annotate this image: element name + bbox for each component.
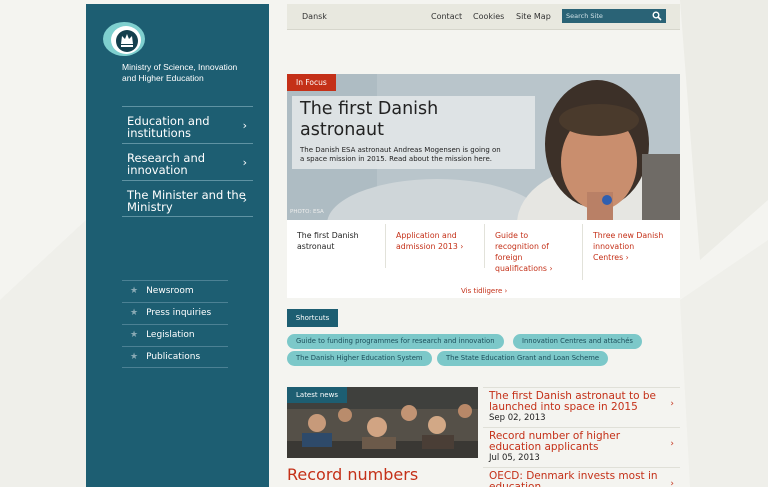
hero-banner[interactable]: In Focus The first Danish astronaut The … — [287, 74, 680, 220]
shortcut-funding-guide[interactable]: Guide to funding programmes for research… — [287, 334, 504, 349]
sidebar: Ministry of Science, Innovation and High… — [86, 4, 269, 487]
focus-tab-innovation-centres[interactable]: Three new Danish innovation Centres › — [583, 224, 680, 268]
main-navigation: Education and institutions › Research an… — [122, 106, 253, 217]
secondary-navigation: ★ Newsroom ★ Press inquiries ★ Legislation … — [122, 280, 228, 368]
nav-item-label: Newsroom — [146, 286, 194, 296]
latest-news-label: Latest news — [287, 387, 347, 403]
news-item-title: OECD: Denmark invests most in education — [489, 470, 658, 487]
org-name-line: Ministry of Science, Innovation — [122, 62, 238, 72]
hero-title[interactable]: The first Danish astronaut — [300, 99, 438, 141]
focus-tab-line: Three new Danish — [593, 231, 664, 240]
chevron-right-icon: › — [242, 193, 247, 206]
ministry-logo-icon[interactable] — [102, 20, 146, 58]
hero-caption: The first Danish astronaut The Danish ES… — [292, 96, 535, 169]
nav-item-research[interactable]: Research and innovation › — [122, 143, 253, 180]
organization-name[interactable]: Ministry of Science, Innovation and High… — [122, 62, 262, 84]
star-icon: ★ — [130, 352, 139, 362]
star-icon: ★ — [130, 286, 139, 296]
shortcut-innovation-centres[interactable]: Innovation Centres and attachés — [513, 334, 642, 349]
focus-tab-line: foreign — [495, 253, 523, 262]
hero-title-line: The first Danish — [300, 99, 439, 119]
nav-item-label: institutions — [127, 126, 191, 140]
nav-item-minister[interactable]: The Minister and the Ministry › — [122, 180, 253, 217]
focus-tab-line: Application and — [396, 231, 457, 240]
news-image[interactable]: Latest news — [287, 387, 478, 458]
chevron-right-icon: › — [242, 119, 247, 132]
focus-tab-recognition[interactable]: Guide to recognition of foreign qualific… — [485, 224, 583, 280]
news-item[interactable]: OECD: Denmark invests most in education … — [483, 467, 680, 487]
hero-description: The Danish ESA astronaut Andreas Mogense… — [300, 146, 530, 164]
photo-credit: PHOTO: ESA — [290, 209, 324, 215]
in-focus-section: In Focus The first Danish astronaut The … — [287, 74, 680, 298]
search-box — [562, 9, 666, 23]
focus-tab-line: astronaut — [297, 242, 335, 251]
focus-tab-admission[interactable]: Application and admission 2013 › — [386, 224, 485, 268]
news-item[interactable]: Record number of higher education applic… — [483, 427, 680, 467]
star-icon: ★ — [130, 308, 139, 318]
language-link[interactable]: Dansk — [302, 12, 327, 21]
nav-item-label: Legislation — [146, 330, 195, 340]
cookies-link[interactable]: Cookies — [473, 12, 504, 21]
contact-link[interactable]: Contact — [431, 12, 462, 21]
focus-tab-line: recognition of — [495, 242, 549, 251]
focus-tab-line: admission 2013 › — [396, 242, 464, 251]
nav-item-publications[interactable]: ★ Publications — [122, 346, 228, 368]
news-item-title: The first Danish astronaut to be launche… — [489, 390, 657, 413]
news-item-date: Jul 05, 2013 — [489, 453, 540, 463]
star-icon: ★ — [130, 330, 139, 340]
focus-tab-line: The first Danish — [297, 231, 359, 240]
chevron-right-icon: › — [242, 156, 247, 169]
search-icon[interactable] — [652, 11, 662, 21]
nav-item-label: Press inquiries — [146, 308, 212, 318]
chevron-right-icon: › — [670, 479, 674, 487]
nav-item-press-inquiries[interactable]: ★ Press inquiries — [122, 302, 228, 324]
see-previous-link[interactable]: Vis tidligere › — [461, 287, 507, 295]
shortcut-higher-education-system[interactable]: The Danish Higher Education System — [287, 351, 432, 366]
news-item-date: Sep 02, 2013 — [489, 413, 546, 423]
hero-title-line: astronaut — [300, 120, 384, 140]
news-item[interactable]: The first Danish astronaut to be launche… — [483, 387, 680, 427]
nav-item-label: innovation — [127, 163, 188, 177]
nav-item-newsroom[interactable]: ★ Newsroom — [122, 280, 228, 302]
search-input[interactable] — [566, 10, 646, 22]
focus-tab-line: qualifications › — [495, 264, 553, 273]
shortcuts-label: Shortcuts — [287, 309, 338, 327]
chevron-right-icon: › — [670, 399, 674, 409]
focus-tab-astronaut[interactable]: The first Danish astronaut — [287, 224, 386, 268]
focus-tab-line: Centres › — [593, 253, 629, 262]
top-bar: Dansk Contact Cookies Site Map — [287, 4, 680, 30]
chevron-right-icon: › — [670, 439, 674, 449]
nav-item-label: Publications — [146, 352, 201, 362]
nav-item-label: Ministry — [127, 200, 173, 214]
org-name-line: and Higher Education — [122, 73, 204, 83]
nav-item-legislation[interactable]: ★ Legislation — [122, 324, 228, 346]
news-headline[interactable]: Record numbers — [287, 465, 418, 484]
sitemap-link[interactable]: Site Map — [516, 12, 551, 21]
nav-item-education[interactable]: Education and institutions › — [122, 106, 253, 143]
hero-text-line: a space mission in 2015. Read about the … — [300, 155, 492, 163]
hero-text-line: The Danish ESA astronaut Andreas Mogense… — [300, 146, 501, 154]
news-item-title: Record number of higher education applic… — [489, 430, 621, 453]
shortcut-grant-loan-scheme[interactable]: The State Education Grant and Loan Schem… — [437, 351, 609, 366]
focus-tab-line: innovation — [593, 242, 635, 251]
in-focus-label: In Focus — [287, 74, 336, 91]
focus-tab-line: Guide to — [495, 231, 529, 240]
